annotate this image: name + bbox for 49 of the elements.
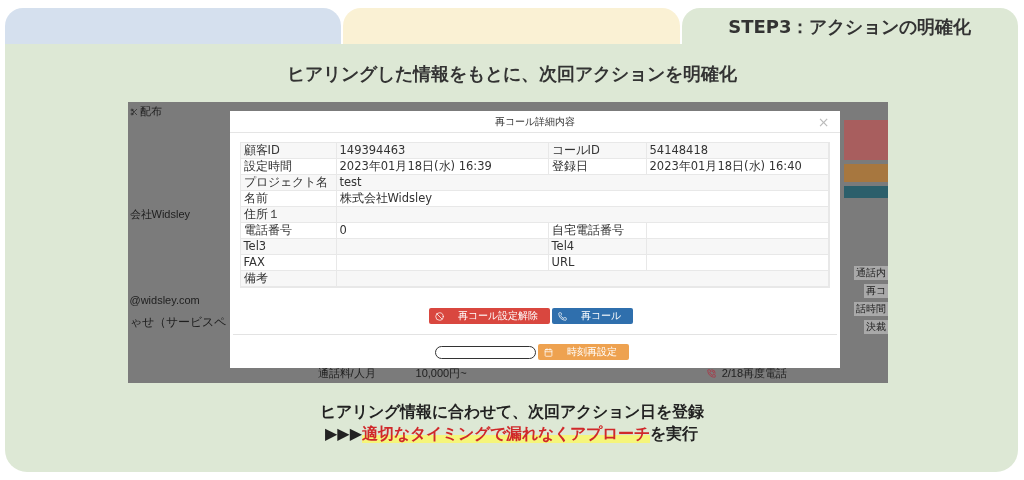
section-heading: ヒアリングした情報をもとに、次回アクションを明確化 [286,62,737,86]
field-label: 登録日 [548,159,647,175]
field-label: Tel3 [240,239,337,255]
caption-text: ヒアリング情報に合わせて、次回アクション日を登録 [319,401,704,423]
recall-label: 再コ [863,284,888,298]
status-block [843,120,888,160]
company-text: 会社Widsley [129,207,191,222]
field-label: Tel4 [548,239,647,255]
call-time-label: 話時間 [853,302,888,316]
caption-text: ▶▶▶適切なタイミングで漏れなくアプローチを実行 [325,423,698,445]
phone-icon [557,311,567,321]
recall-button[interactable]: 再コール [551,308,633,324]
field-label: 備考 [240,271,337,287]
field-value: 2023年01月18日(水) 16:40 [646,159,829,175]
field-label: 住所１ [240,207,337,223]
field-label: 自宅電話番号 [548,223,647,239]
ban-icon [434,311,444,321]
status-block [843,164,888,182]
phone-icon [706,368,716,378]
field-label: FAX [240,255,337,271]
field-label: 名前 [240,191,337,207]
field-value: 2023年01月18日(水) 16:39 [336,159,549,175]
calendar-icon [544,347,553,357]
field-label: 設定時間 [240,159,337,175]
fee-label: 通話料/人月 [317,365,376,381]
field-label: 顧客ID [240,143,337,159]
payment-label: 決裁 [863,320,888,334]
step-tab[interactable]: STEP3：アクションの明確化 [681,8,1018,46]
cancel-recall-button[interactable]: 再コール設定解除 [428,308,550,324]
call-note: 2/18再度電話 [721,365,788,381]
field-value: 株式会社Widsley [336,191,829,207]
status-bar [843,186,888,198]
field-value: 0 [336,223,549,239]
date-input-field[interactable] [435,346,536,359]
tools-icon [129,107,138,116]
inquiry-text: ゃせ（サービスペ [129,314,227,331]
field-label: 電話番号 [240,223,337,239]
call-content-label: 通話内 [853,266,888,280]
field-value: test [336,175,829,191]
step-tab[interactable] [5,8,342,44]
field-value: 149394463 [336,143,549,159]
field-label: プロジェクト名 [240,175,337,191]
step-tab[interactable] [343,8,680,44]
field-value: 54148418 [646,143,829,159]
fee-value: 10,000円~ [415,365,467,381]
field-label: コールID [548,143,647,159]
dialog-title: 再コール詳細内容 [494,114,575,129]
email-text: @widsley.com [129,294,201,306]
field-label: URL [548,255,647,271]
